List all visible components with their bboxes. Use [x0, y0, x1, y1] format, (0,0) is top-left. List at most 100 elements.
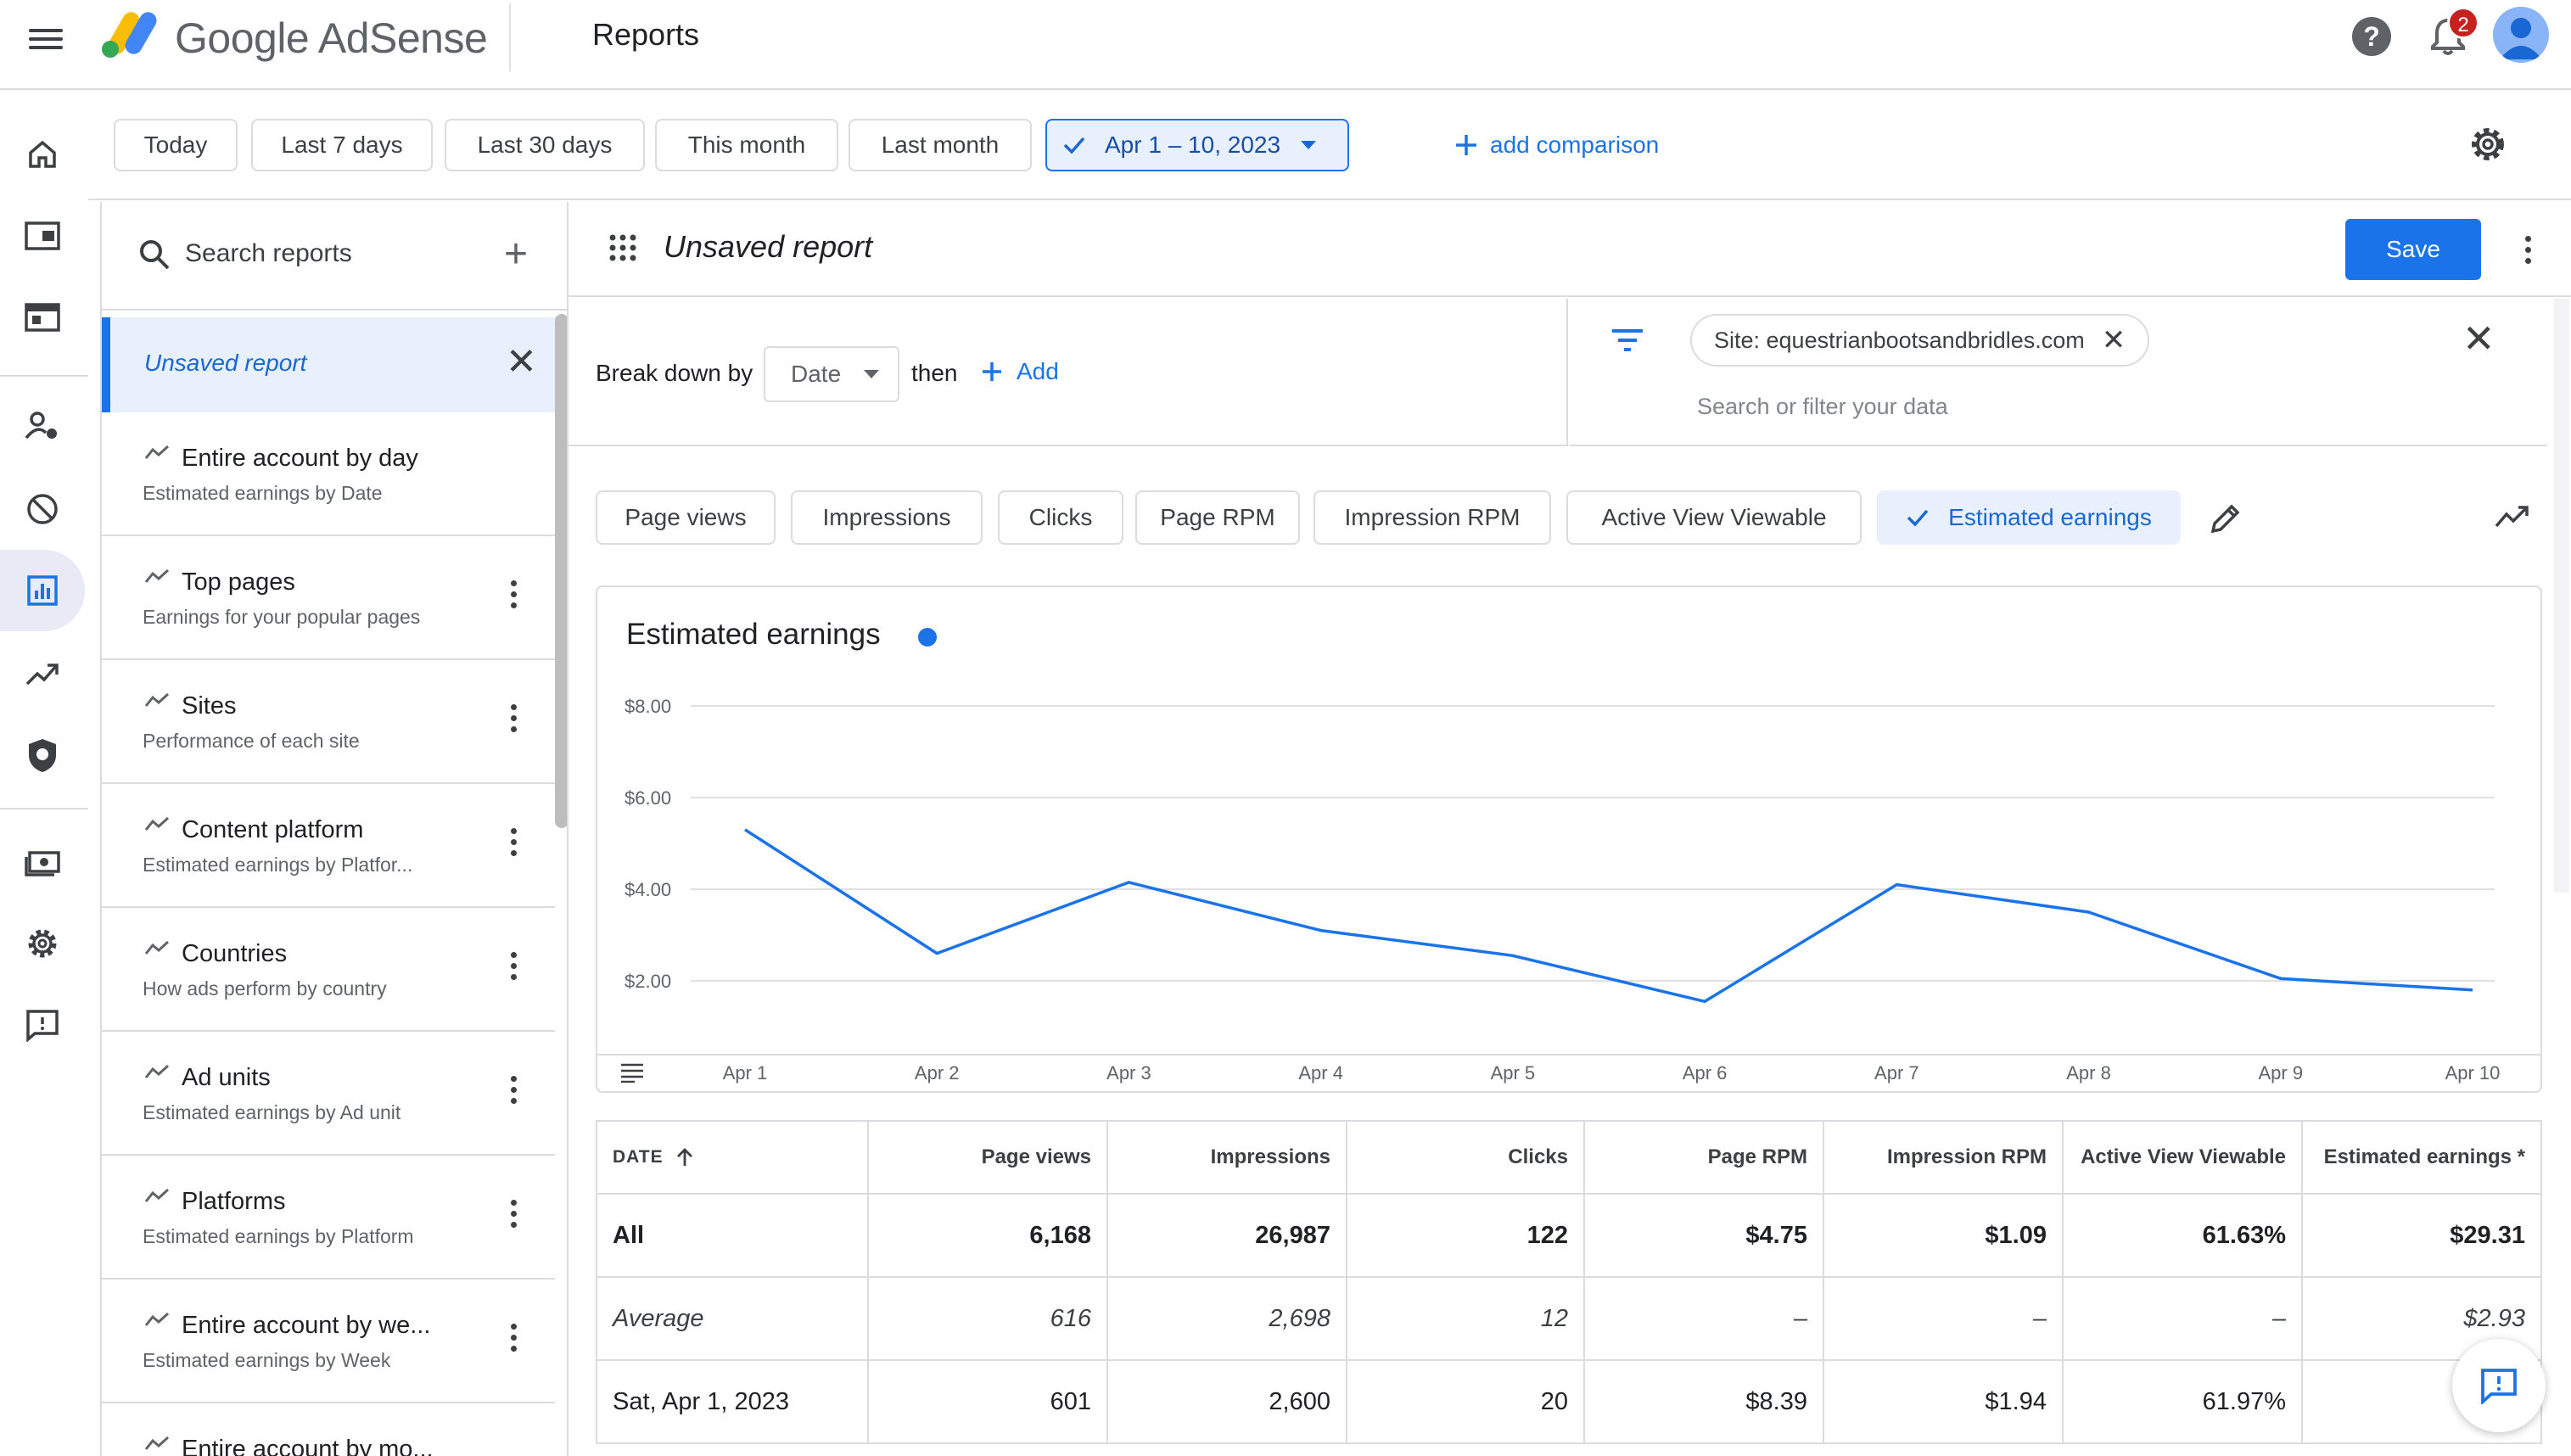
saved-report-item[interactable]: Entire account by we... Estimated earnin… [102, 1280, 555, 1403]
nav-privacy-messaging[interactable] [0, 385, 85, 467]
breakdown-dimension-select[interactable]: Date [764, 346, 899, 402]
date-chip-today[interactable]: Today [114, 119, 238, 171]
nav-home[interactable] [0, 114, 85, 195]
nav-policy-center[interactable] [0, 714, 85, 796]
metric-chip-impressions[interactable]: Impressions [791, 490, 983, 545]
column-header-active-view-viewable[interactable]: Active View Viewable [2062, 1120, 2303, 1195]
page-scrollbar[interactable] [2554, 299, 2569, 893]
saved-report-item[interactable]: Countries How ads perform by country [102, 908, 555, 1032]
table-cell: 6,168 [867, 1193, 1108, 1278]
add-comparison-button[interactable]: add comparison [1454, 119, 1659, 171]
main-menu-icon[interactable] [29, 24, 63, 58]
date-chip-this-month[interactable]: This month [655, 119, 838, 171]
more-vert-icon[interactable] [511, 828, 519, 862]
remove-filter-close-icon[interactable]: ✕ [2102, 323, 2126, 357]
close-icon[interactable]: ✕ [506, 341, 537, 384]
table-cell: 601 [867, 1359, 1108, 1444]
account-avatar[interactable] [2493, 7, 2549, 63]
person-settings-icon [25, 412, 57, 440]
metric-chip-impression-rpm[interactable]: Impression RPM [1314, 490, 1551, 545]
report-name[interactable]: Unsaved report [664, 229, 872, 265]
filter-search-input[interactable]: Search or filter your data [1697, 394, 1948, 420]
then-label: then [911, 360, 958, 386]
metric-chip-active-view-viewable[interactable]: Active View Viewable [1566, 490, 1862, 545]
table-cell: 2,698 [1106, 1276, 1347, 1361]
filter-icon[interactable] [1610, 328, 1644, 353]
ads-icon [25, 303, 60, 332]
chart-type-trend-icon[interactable] [2495, 502, 2532, 533]
date-chip-last-month[interactable]: Last month [849, 119, 1032, 171]
report-settings-gear-icon[interactable] [2467, 124, 2508, 165]
nav-optimization[interactable] [0, 633, 85, 714]
save-button[interactable]: Save [2345, 219, 2481, 280]
earnings-chart-card: Estimated earnings $2.00 $4.00 $6.00 $8.00 A… [596, 585, 2542, 1093]
saved-report-item[interactable]: Entire account by day Estimated earnings… [102, 412, 555, 536]
column-header-impression-rpm[interactable]: Impression RPM [1823, 1120, 2064, 1195]
apps-grid-icon[interactable] [609, 234, 636, 261]
date-chip-last-30-days[interactable]: Last 30 days [445, 119, 645, 171]
shield-icon [29, 739, 56, 772]
metric-chip-clicks[interactable]: Clicks [998, 490, 1123, 545]
table-cell: – [1823, 1276, 2064, 1361]
x-tick-label: Apr 10 [2445, 1062, 2501, 1084]
data-point [1126, 880, 1131, 885]
search-reports-label: Search reports [185, 239, 352, 267]
more-vert-icon[interactable] [511, 1324, 519, 1358]
saved-report-item[interactable]: Ad units Estimated earnings by Ad unit [102, 1032, 555, 1156]
nav-ads[interactable] [0, 277, 85, 358]
saved-report-item[interactable]: Content platform Estimated earnings by P… [102, 784, 555, 908]
check-icon [1907, 509, 1929, 527]
search-reports-row[interactable]: Search reports + [102, 202, 567, 311]
column-header-estimated-earnings[interactable]: Estimated earnings * [2301, 1120, 2542, 1195]
more-vert-icon[interactable] [511, 580, 519, 614]
chart-legend-toggle-icon[interactable] [619, 1062, 645, 1083]
x-tick-label: Apr 9 [2258, 1062, 2303, 1084]
data-point [934, 951, 939, 956]
saved-report-item[interactable]: Platforms Estimated earnings by Platform [102, 1156, 555, 1280]
help-icon[interactable]: ? [2352, 17, 2391, 56]
saved-report-item[interactable]: Entire account by mo... [102, 1403, 555, 1456]
more-vert-icon[interactable] [2525, 236, 2534, 270]
nav-feedback[interactable] [0, 984, 85, 1066]
metric-chip-estimated-earnings[interactable]: Estimated earnings [1877, 490, 2181, 545]
new-report-plus-icon[interactable]: + [504, 234, 528, 275]
block-icon [27, 494, 58, 524]
earnings-line-chart: $2.00 $4.00 $6.00 $8.00 Apr 1 Apr 2 Apr 3 Apr 4… [625, 696, 2501, 1084]
more-vert-icon[interactable] [511, 704, 519, 738]
report-title: Entire account by we... [182, 1312, 431, 1339]
sidebar-item-unsaved-report[interactable]: Unsaved report ✕ [102, 317, 555, 412]
y-tick-label: $2.00 [625, 971, 671, 992]
data-point [2086, 910, 2092, 915]
report-subtitle: Estimated earnings by Week [143, 1349, 391, 1371]
column-header-clicks[interactable]: Clicks [1346, 1120, 1585, 1195]
sidebar-scrollbar[interactable] [555, 314, 567, 828]
send-feedback-button[interactable] [2452, 1339, 2546, 1432]
column-header-page-views[interactable]: Page views [867, 1120, 1108, 1195]
nav-blocking-controls[interactable] [0, 468, 85, 550]
column-header-date[interactable]: DATE [596, 1120, 869, 1195]
series-line-estimated-earnings [744, 828, 2473, 1004]
notification-count-badge: 2 [2447, 7, 2479, 39]
report-subtitle: Estimated earnings by Platfor... [143, 854, 413, 876]
table-cell: – [1583, 1276, 1824, 1361]
column-header-impressions[interactable]: Impressions [1106, 1120, 1347, 1195]
nav-settings[interactable] [0, 903, 85, 984]
add-breakdown-button[interactable]: Add [981, 358, 1059, 385]
edit-pencil-icon[interactable] [2208, 501, 2243, 536]
metric-chip-page-views[interactable]: Page views [596, 490, 776, 545]
nav-reports[interactable] [0, 550, 85, 631]
saved-report-item[interactable]: Sites Performance of each site [102, 660, 555, 784]
site-filter-chip[interactable]: Site: equestrianbootsandbridles.com ✕ [1690, 314, 2150, 367]
saved-report-item[interactable]: Top pages Earnings for your popular page… [102, 536, 555, 660]
nav-sites[interactable] [0, 195, 85, 277]
column-header-page-rpm[interactable]: Page RPM [1583, 1120, 1824, 1195]
date-chip-last-7-days[interactable]: Last 7 days [251, 119, 433, 171]
nav-payments[interactable] [0, 821, 85, 903]
more-vert-icon[interactable] [511, 952, 519, 986]
metric-chip-page-rpm[interactable]: Page RPM [1135, 490, 1300, 545]
more-vert-icon[interactable] [511, 1200, 519, 1234]
more-vert-icon[interactable] [511, 1076, 519, 1110]
close-icon[interactable]: ✕ [2462, 316, 2495, 361]
date-chip-custom-range[interactable]: Apr 1 – 10, 2023 [1045, 119, 1349, 171]
reports-sidebar: Search reports + Unsaved report ✕ Entire… [100, 202, 569, 1456]
